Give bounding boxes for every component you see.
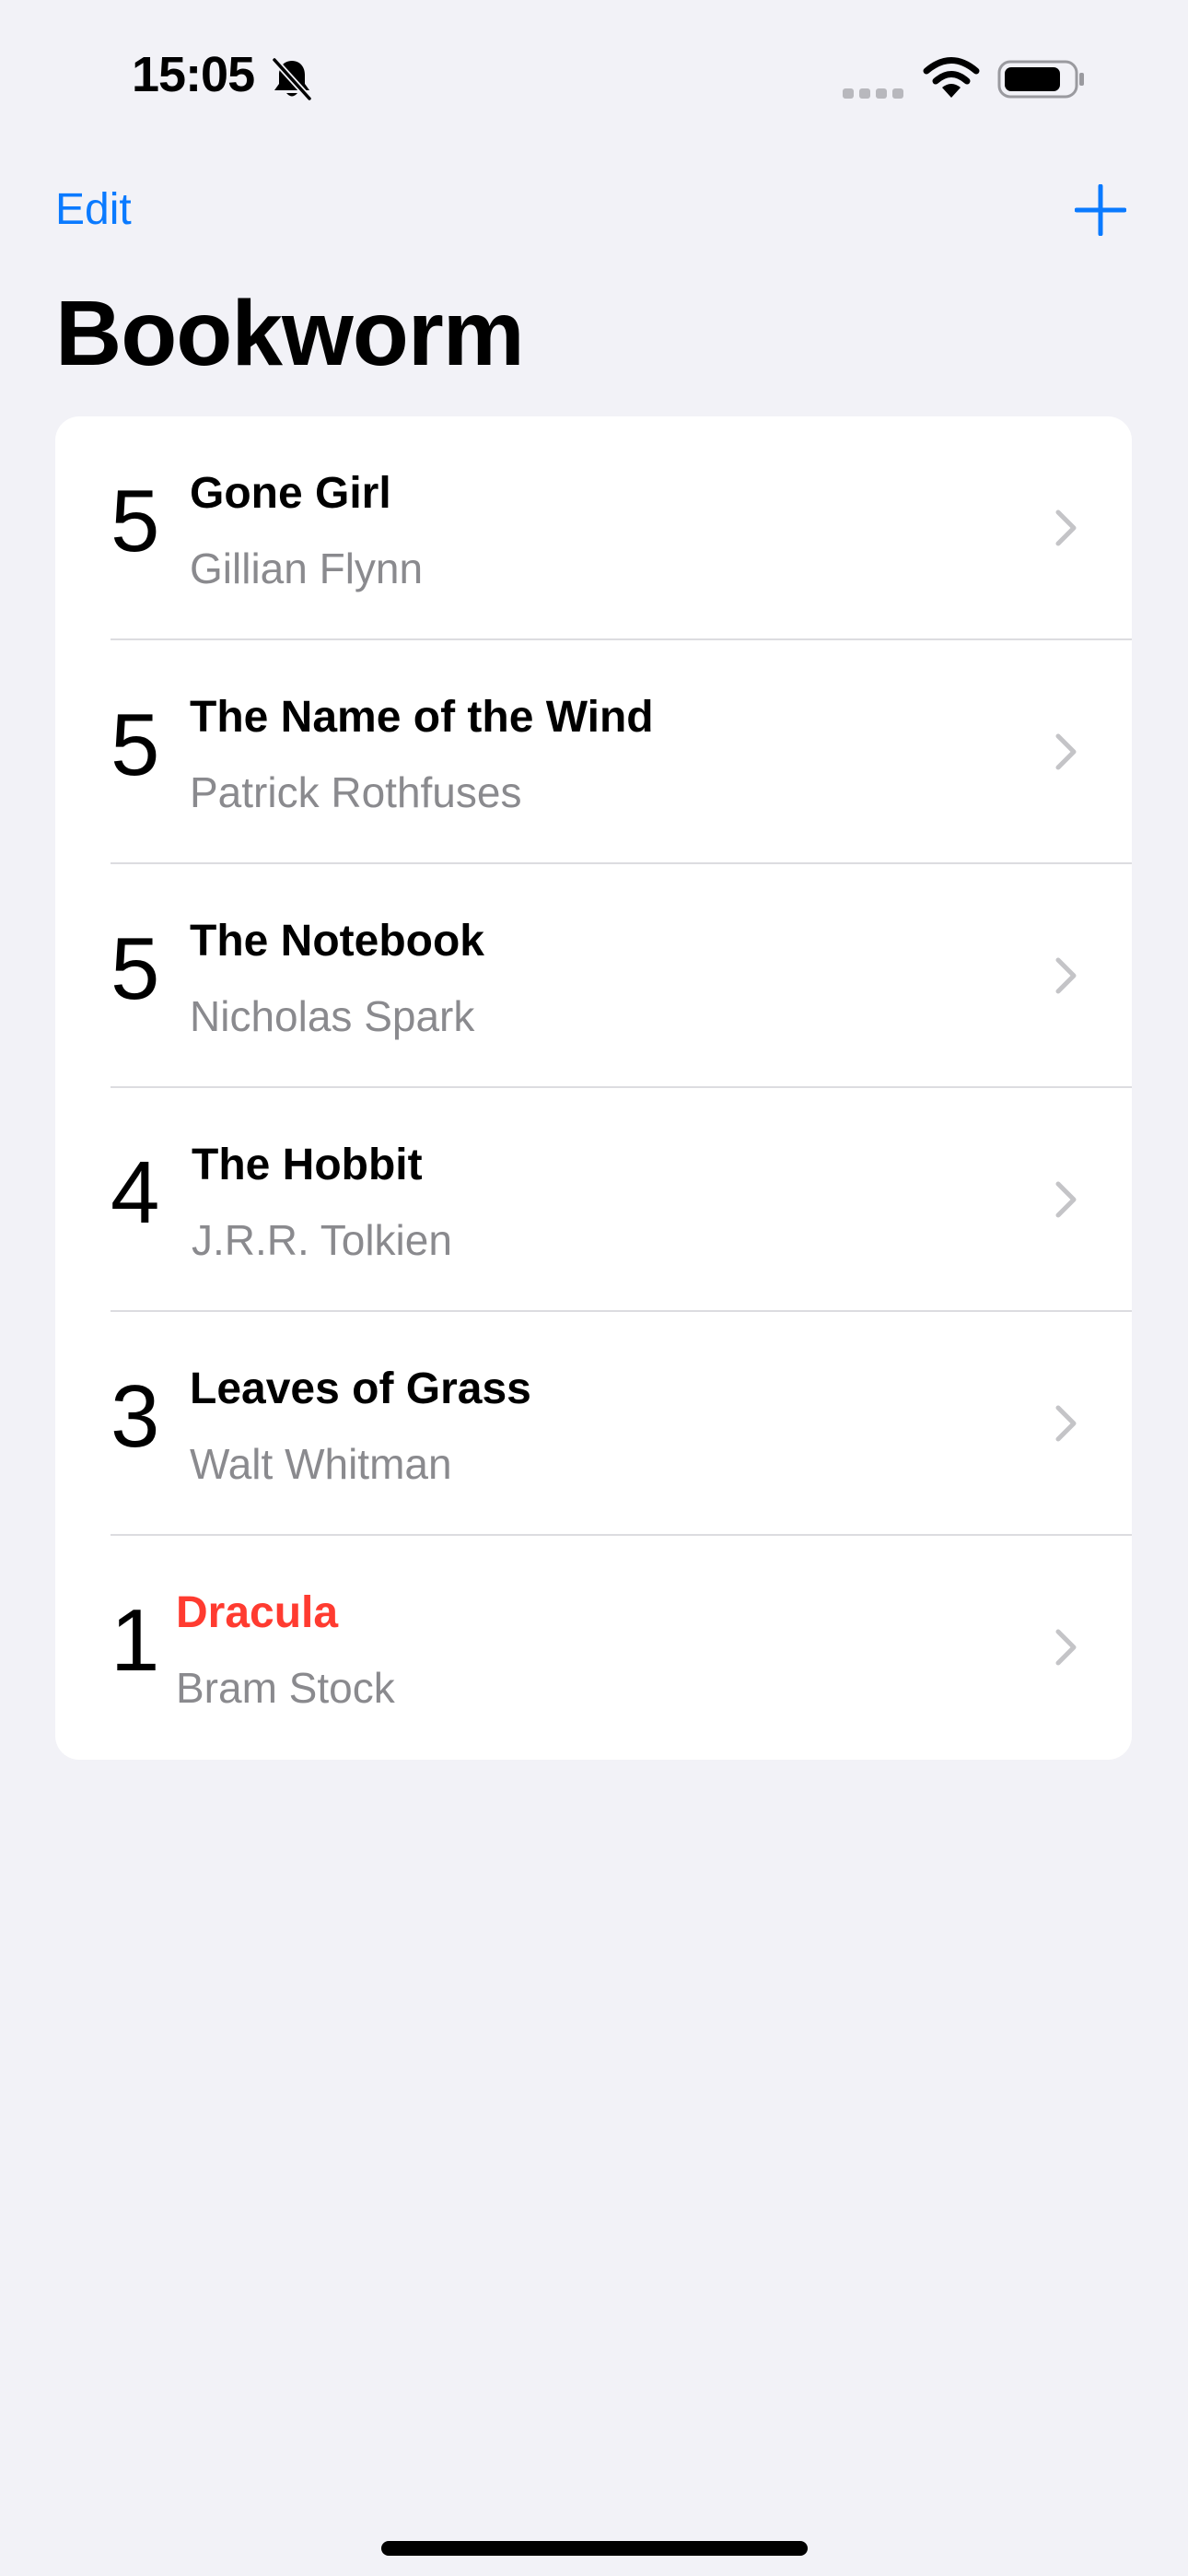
wifi-icon: [923, 57, 980, 98]
rating-value: 4: [111, 1143, 160, 1242]
chevron-right-icon: [1055, 509, 1077, 546]
book-author: Bram Stock: [176, 1664, 395, 1712]
book-list: 5 Gone Girl Gillian Flynn 5 The Name of …: [55, 416, 1132, 1760]
rating-value: 5: [111, 472, 160, 570]
book-author: J.R.R. Tolkien: [192, 1216, 452, 1264]
book-author: Gillian Flynn: [190, 544, 424, 592]
chevron-right-icon: [1055, 957, 1077, 994]
status-time: 15:05: [132, 47, 255, 102]
list-item[interactable]: 1 Dracula Bram Stock: [55, 1536, 1132, 1760]
book-author: Patrick Rothfuses: [190, 768, 522, 816]
book-author: Walt Whitman: [190, 1440, 452, 1488]
list-item[interactable]: 5 The Name of the Wind Patrick Rothfuses: [55, 640, 1132, 864]
list-item[interactable]: 5 The Notebook Nicholas Spark: [55, 864, 1132, 1088]
chevron-right-icon: [1055, 733, 1077, 770]
chevron-right-icon: [1055, 1629, 1077, 1666]
plus-icon[interactable]: [1075, 184, 1126, 236]
book-title: Leaves of Grass: [190, 1364, 531, 1413]
chevron-right-icon: [1055, 1405, 1077, 1442]
book-title: The Hobbit: [192, 1141, 423, 1189]
battery-icon: [997, 60, 1084, 99]
edit-button[interactable]: Edit: [55, 184, 132, 235]
list-item[interactable]: 3 Leaves of Grass Walt Whitman: [55, 1312, 1132, 1536]
cellular-signal-icon: [843, 88, 903, 99]
book-title: Dracula: [176, 1588, 339, 1637]
rating-value: 5: [111, 919, 160, 1018]
page-title: Bookworm: [55, 282, 525, 385]
status-bar: 15:05: [0, 0, 1188, 157]
book-title: Gone Girl: [190, 469, 391, 518]
book-title: The Name of the Wind: [190, 693, 654, 742]
bell-slash-icon: [272, 57, 312, 101]
rating-value: 3: [111, 1367, 160, 1466]
chevron-right-icon: [1055, 1181, 1077, 1218]
rating-value: 1: [111, 1591, 160, 1690]
rating-value: 5: [111, 696, 160, 794]
book-title: The Notebook: [190, 917, 484, 966]
list-item[interactable]: 4 The Hobbit J.R.R. Tolkien: [55, 1088, 1132, 1312]
book-author: Nicholas Spark: [190, 992, 475, 1040]
home-indicator[interactable]: [381, 2541, 808, 2556]
list-item[interactable]: 5 Gone Girl Gillian Flynn: [55, 416, 1132, 640]
